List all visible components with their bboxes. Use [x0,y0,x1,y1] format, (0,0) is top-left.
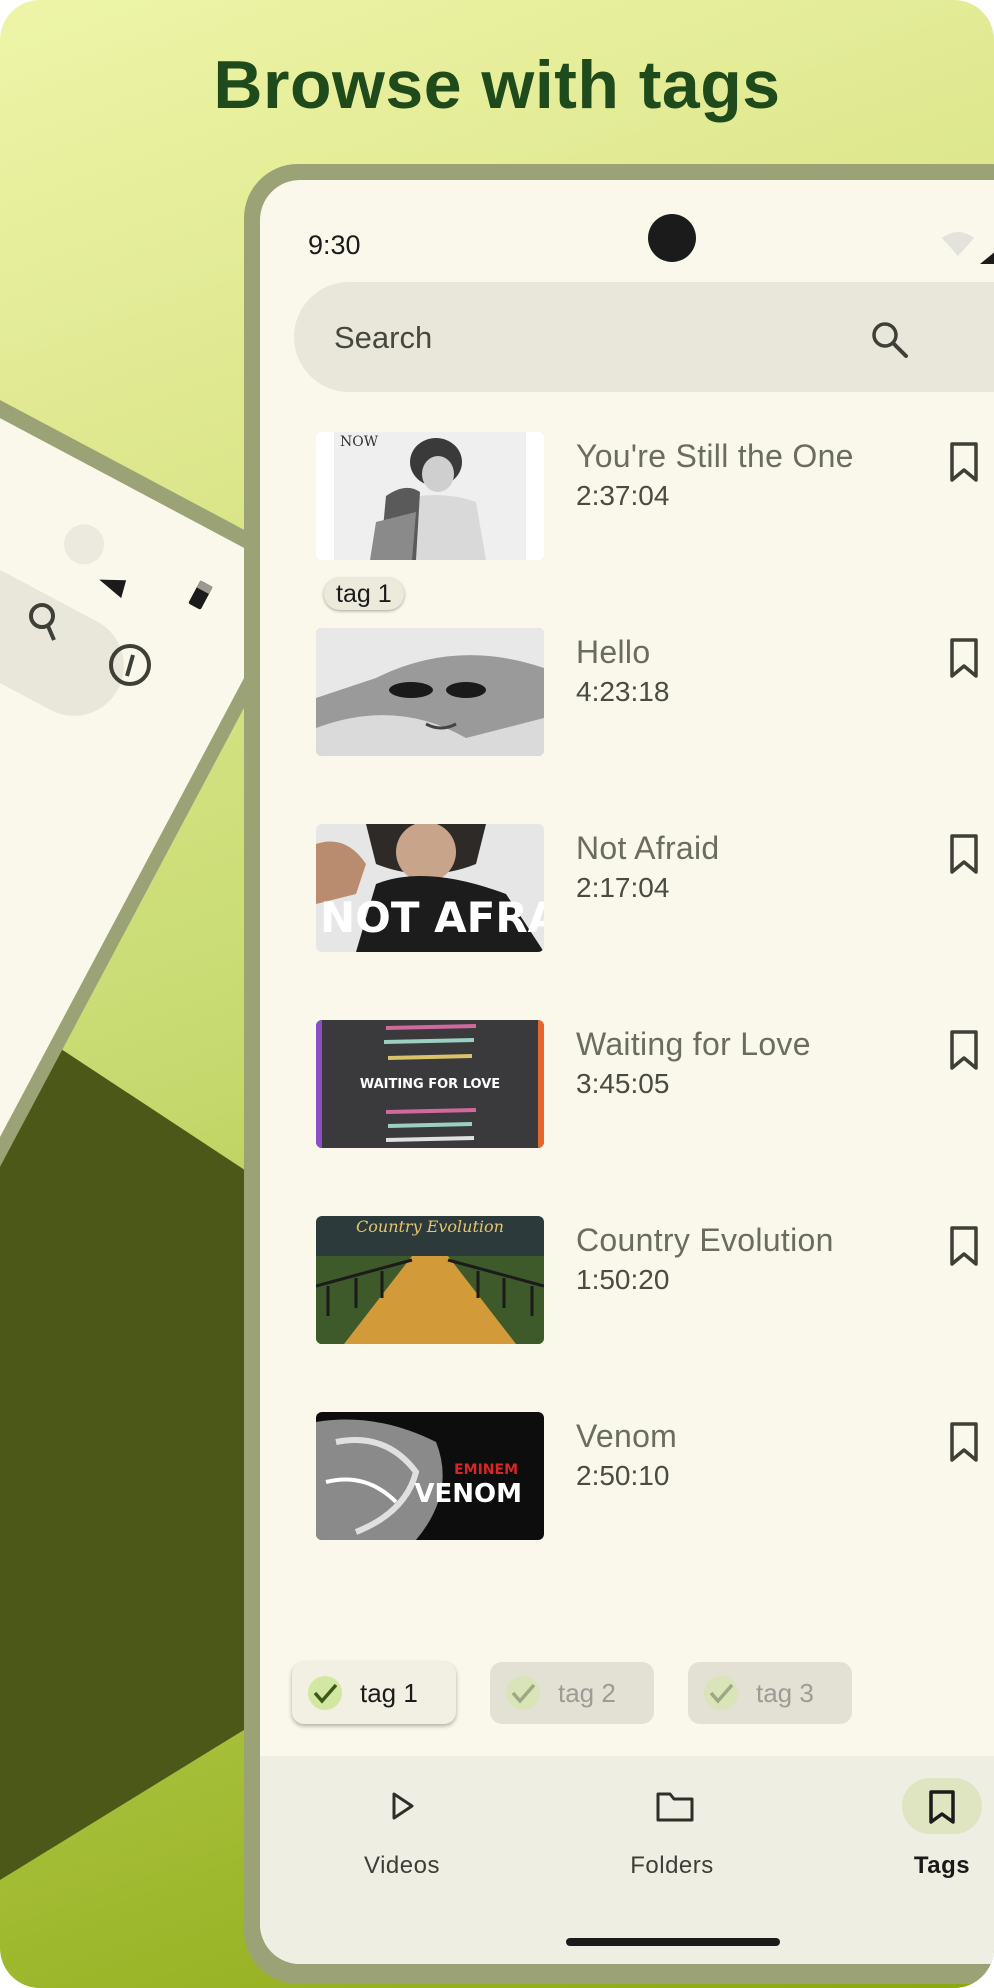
bookmark-icon [929,1790,955,1824]
video-thumbnail[interactable]: EMINEM VENOM [316,1412,544,1540]
status-time: 9:30 [308,230,361,260]
check-icon [308,1676,342,1710]
search-input[interactable]: Search [334,320,432,356]
video-title: Venom [576,1418,678,1454]
svg-text:WAITING FOR LOVE: WAITING FOR LOVE [360,1077,500,1092]
camera-cutout [648,214,696,262]
svg-text:EMINEM: EMINEM [454,1462,518,1478]
filter-chip-label: tag 3 [756,1678,814,1708]
check-icon [704,1676,738,1710]
filter-chip-tag-1[interactable]: tag 1 [292,1662,456,1724]
video-duration: 2:17:04 [576,872,670,903]
video-row[interactable]: WAITING FOR LOVE Waiting for Love 3:45:0… [316,1020,994,1150]
search-bar[interactable]: Search [294,282,994,392]
video-thumbnail[interactable]: NOW [316,432,544,560]
bookmark-icon[interactable] [944,832,984,878]
video-thumbnail[interactable]: NOT AFRAID [316,824,544,952]
bookmark-icon[interactable] [944,1224,984,1270]
play-icon [392,1792,414,1820]
bookmark-icon[interactable] [944,1420,984,1466]
check-icon [506,1676,540,1710]
filter-chip-tag-2[interactable]: tag 2 [490,1662,654,1724]
video-title: Hello [576,634,651,670]
video-duration: 2:37:04 [576,480,670,511]
svg-text:NOW: NOW [340,434,379,450]
nav-label: Tags [913,1852,971,1879]
svg-text:VENOM: VENOM [414,1479,522,1509]
video-duration: 3:45:05 [576,1068,670,1099]
video-row[interactable]: Hello 4:23:18 [316,628,994,758]
bookmark-icon[interactable] [944,636,984,682]
filter-chip-tag-3[interactable]: tag 3 [688,1662,852,1724]
bookmark-icon[interactable] [944,1028,984,1074]
video-duration: 2:50:10 [576,1460,670,1491]
nav-label: Folders [630,1852,714,1879]
nav-label: Videos [364,1852,440,1879]
video-thumbnail[interactable] [316,628,544,756]
video-thumbnail[interactable]: WAITING FOR LOVE [316,1020,544,1148]
video-title: Country Evolution [576,1222,834,1258]
video-row[interactable]: NOW You're Still the One 2:37:04 tag 1 [316,432,994,610]
nav-item-tags[interactable]: Tags [862,1778,994,1888]
folder-icon [656,1792,694,1822]
nav-item-videos[interactable]: Videos [322,1778,482,1888]
promo-canvas: Browse with tags 9:30 Search NOW You're … [0,0,994,1988]
wifi-icon [942,232,994,264]
search-icon[interactable] [870,320,910,360]
home-indicator[interactable] [566,1938,780,1946]
video-title: Not Afraid [576,830,720,866]
app-screen: 9:30 Search NOW You're Still the One 2:3… [260,180,994,1964]
video-row[interactable]: EMINEM VENOM Venom 2:50:10 [316,1412,994,1542]
filter-chip-label: tag 1 [360,1678,418,1708]
svg-text:Country Evolution: Country Evolution [356,1217,504,1236]
nav-item-folders[interactable]: Folders [592,1778,752,1888]
video-thumbnail[interactable]: Country Evolution [316,1216,544,1344]
svg-text:NOT AFRAID: NOT AFRAID [320,893,544,942]
video-row[interactable]: NOT AFRAID Not Afraid 2:17:04 [316,824,994,954]
video-title: Waiting for Love [576,1026,811,1062]
filter-chip-label: tag 2 [558,1678,616,1708]
video-row[interactable]: Country Evolution Country Evolution 1:50… [316,1216,994,1346]
promo-title: Browse with tags [213,47,781,123]
video-duration: 4:23:18 [576,676,670,707]
video-title: You're Still the One [576,438,854,474]
bookmark-icon[interactable] [944,440,984,486]
video-duration: 1:50:20 [576,1264,670,1295]
video-tag-chip[interactable]: tag 1 [324,578,404,610]
bottom-navigation: Videos Folders Tags [260,1756,994,1964]
